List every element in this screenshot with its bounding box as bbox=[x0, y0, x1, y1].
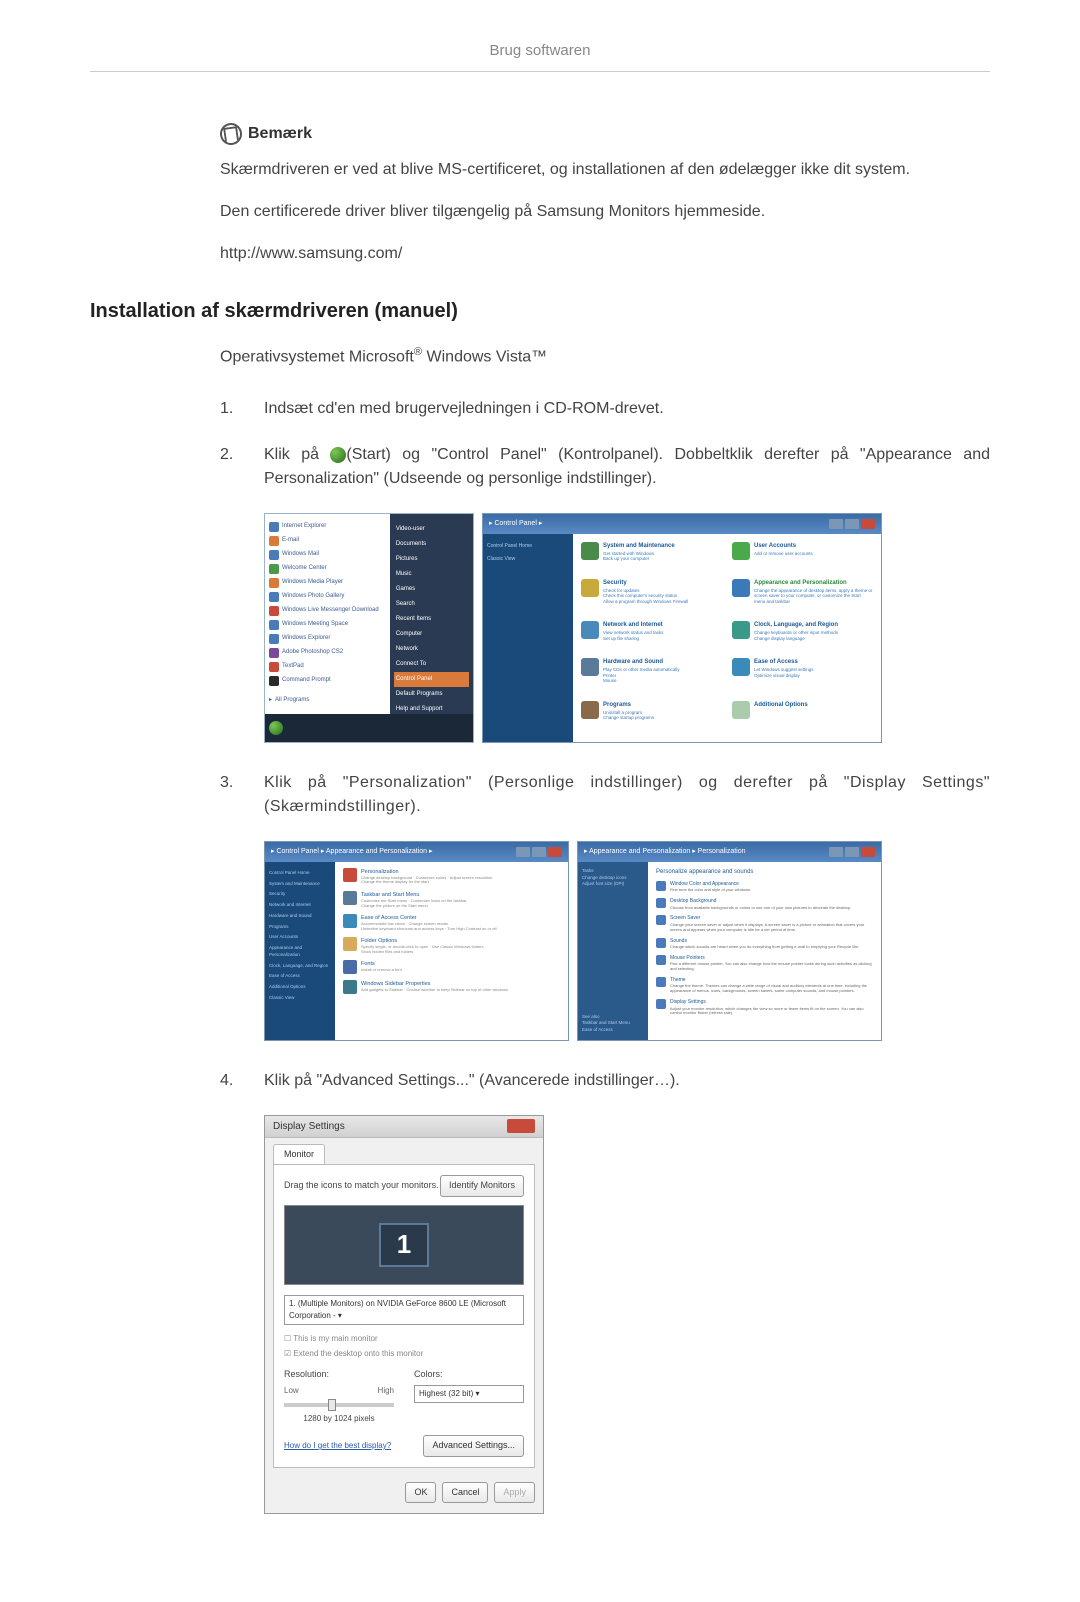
cancel-button[interactable]: Cancel bbox=[442, 1482, 488, 1504]
advanced-settings-button[interactable]: Advanced Settings... bbox=[423, 1435, 524, 1457]
step-1: 1. Indsæt cd'en med brugervejledningen i… bbox=[220, 397, 990, 421]
note-icon bbox=[219, 121, 244, 146]
extend-desktop-checkbox[interactable]: ☑ Extend the desktop onto this monitor bbox=[284, 1348, 524, 1360]
step-1-number: 1. bbox=[220, 397, 244, 421]
resolution-slider[interactable] bbox=[284, 1403, 394, 1407]
step-1-text: Indsæt cd'en med brugervejledningen i CD… bbox=[264, 397, 990, 421]
step-4-number: 4. bbox=[220, 1069, 244, 1093]
drag-monitors-label: Drag the icons to match your monitors. bbox=[284, 1179, 439, 1193]
section-heading: Installation af skærmdriveren (manuel) bbox=[90, 296, 990, 326]
note-paragraph-2: Den certificerede driver bliver tilgænge… bbox=[220, 200, 990, 224]
display-settings-title: Display Settings bbox=[273, 1119, 345, 1134]
monitor-select-dropdown[interactable]: 1. (Multiple Monitors) on NVIDIA GeForce… bbox=[284, 1295, 524, 1325]
screenshot-control-panel: ▸ Control Panel ▸ Control Panel Home Cla… bbox=[482, 513, 882, 743]
step-2-text: Klik på (Start) og "Control Panel" (Kont… bbox=[264, 443, 990, 491]
best-display-link[interactable]: How do I get the best display? bbox=[284, 1440, 391, 1452]
note-link: http://www.samsung.com/ bbox=[220, 242, 990, 266]
tab-monitor[interactable]: Monitor bbox=[273, 1144, 325, 1165]
apply-button[interactable]: Apply bbox=[494, 1482, 535, 1504]
monitor-arrangement-area[interactable]: 1 bbox=[284, 1205, 524, 1285]
note-heading-text: Bemærk bbox=[248, 122, 312, 146]
main-monitor-checkbox[interactable]: ☐ This is my main monitor bbox=[284, 1333, 524, 1345]
page-header: Brug softwaren bbox=[90, 40, 990, 72]
step-2: 2. Klik på (Start) og "Control Panel" (K… bbox=[220, 443, 990, 491]
start-orb-icon bbox=[269, 721, 283, 735]
step-4: 4. Klik på "Advanced Settings..." (Avanc… bbox=[220, 1069, 990, 1093]
ok-button[interactable]: OK bbox=[405, 1482, 436, 1504]
colors-label: Colors: bbox=[414, 1368, 524, 1382]
start-orb-icon bbox=[330, 447, 346, 463]
identify-monitors-button[interactable]: Identify Monitors bbox=[440, 1175, 524, 1197]
screenshot-appearance-personalization: ▸ Control Panel ▸ Appearance and Persona… bbox=[264, 841, 569, 1041]
colors-dropdown[interactable]: Highest (32 bit) ▾ bbox=[414, 1385, 524, 1403]
note-paragraph-1: Skærmdriveren er ved at blive MS-certifi… bbox=[220, 158, 990, 182]
step-2-number: 2. bbox=[220, 443, 244, 491]
step-3: 3. Klik på "Personalization" (Personlige… bbox=[220, 771, 990, 819]
step-3-text: Klik på "Personalization" (Personlige in… bbox=[264, 771, 990, 819]
screenshot-personalization: ▸ Appearance and Personalization ▸ Perso… bbox=[577, 841, 882, 1041]
screenshot-display-settings: Display Settings Monitor Drag the icons … bbox=[264, 1115, 544, 1515]
resolution-label: Resolution: bbox=[284, 1368, 394, 1382]
os-subtitle: Operativsystemet Microsoft® Windows Vist… bbox=[220, 344, 990, 369]
step-3-number: 3. bbox=[220, 771, 244, 819]
screenshot-start-menu: Internet Explorer E-mail Windows Mail We… bbox=[264, 513, 474, 743]
monitor-1-icon[interactable]: 1 bbox=[379, 1223, 429, 1267]
note-heading: Bemærk bbox=[220, 122, 990, 146]
resolution-value: 1280 by 1024 pixels bbox=[284, 1413, 394, 1425]
step-4-text: Klik på "Advanced Settings..." (Avancere… bbox=[264, 1069, 990, 1093]
close-icon[interactable] bbox=[507, 1119, 535, 1133]
